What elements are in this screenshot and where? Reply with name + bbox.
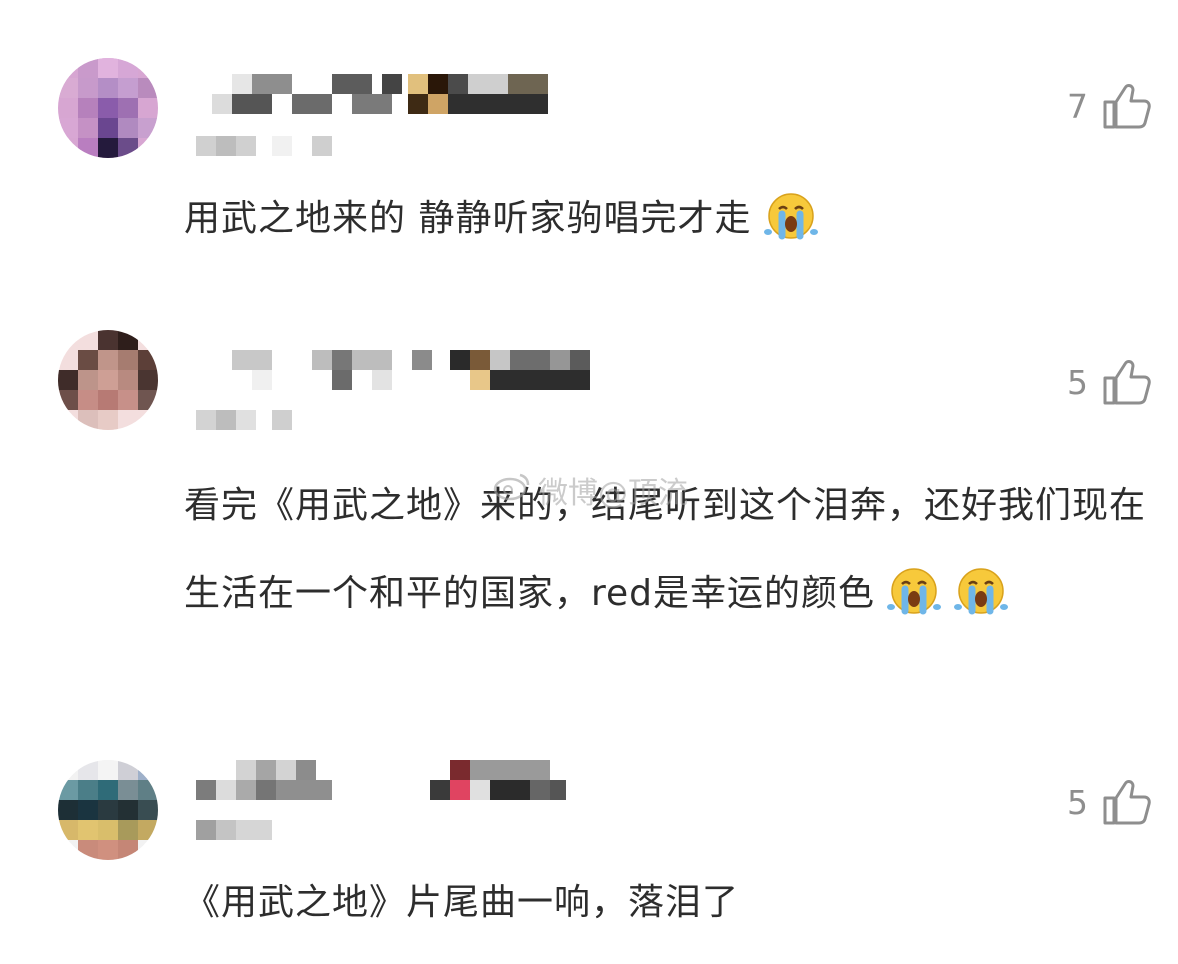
- username-redacted[interactable]: [196, 760, 576, 800]
- comment-text-block: 用武之地来的 静静听家驹唱完才走: [184, 192, 1156, 252]
- avatar[interactable]: [58, 760, 158, 860]
- crying-face-icon: [953, 560, 1008, 648]
- timestamp-redacted: [196, 136, 336, 176]
- crying-face-icon: [887, 560, 942, 648]
- thumbs-up-icon: [1102, 82, 1152, 130]
- watermark-text: 微博@顶流: [538, 476, 688, 511]
- crying-face-icon: [763, 192, 818, 252]
- username-redacted[interactable]: [212, 74, 552, 114]
- watermark: 微博@顶流: [492, 468, 688, 512]
- username-redacted[interactable]: [232, 350, 592, 390]
- like-button[interactable]: 7: [1067, 82, 1152, 130]
- timestamp-redacted: [196, 410, 296, 450]
- like-count: 5: [1067, 782, 1088, 822]
- like-count: 7: [1067, 86, 1088, 126]
- avatar[interactable]: [58, 58, 158, 158]
- like-count: 5: [1067, 362, 1088, 402]
- comment-text-block: 《用武之地》片尾曲一响，落泪了: [184, 880, 1156, 926]
- comment-text: 《用武之地》片尾曲一响，落泪了: [184, 882, 740, 923]
- avatar[interactable]: [58, 330, 158, 430]
- weibo-logo-icon: [492, 471, 532, 509]
- comment-text: 用武之地来的 静静听家驹唱完才走: [184, 198, 752, 239]
- like-button[interactable]: 5: [1067, 778, 1152, 826]
- thumbs-up-icon: [1102, 358, 1152, 406]
- timestamp-redacted: [196, 820, 276, 860]
- like-button[interactable]: 5: [1067, 358, 1152, 406]
- thumbs-up-icon: [1102, 778, 1152, 826]
